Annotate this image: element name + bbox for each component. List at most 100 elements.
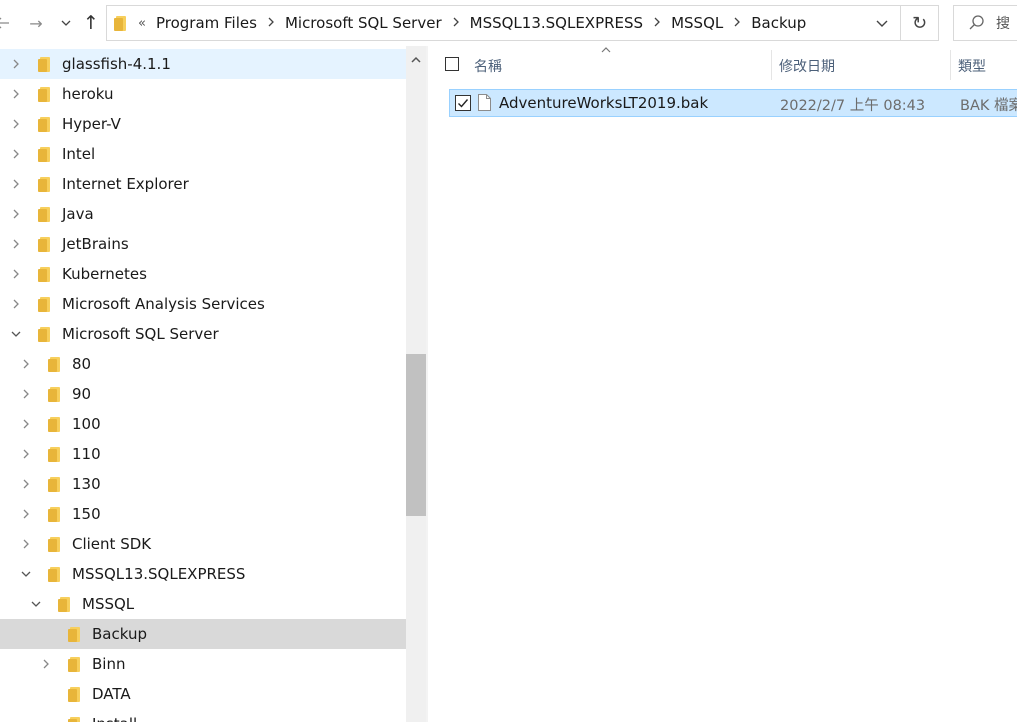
- tree-item[interactable]: 150: [0, 499, 406, 529]
- scrollbar-thumb[interactable]: [406, 354, 426, 516]
- chevron-right-icon[interactable]: [20, 358, 32, 370]
- breadcrumb-separator-icon[interactable]: [267, 16, 275, 31]
- refresh-button[interactable]: ↻: [901, 5, 939, 41]
- tree-item[interactable]: Hyper-V: [0, 109, 406, 139]
- tree-item-label: Java: [62, 205, 94, 223]
- chevron-right-icon[interactable]: [10, 208, 22, 220]
- up-arrow-icon: ↑: [83, 12, 99, 34]
- breadcrumb-item[interactable]: MSSQL: [671, 14, 723, 32]
- tree-item[interactable]: Backup: [0, 619, 406, 649]
- tree-item-label: Microsoft SQL Server: [62, 325, 219, 343]
- chevron-right-icon[interactable]: [40, 658, 52, 670]
- tree-item[interactable]: Java: [0, 199, 406, 229]
- chevron-right-icon[interactable]: [20, 538, 32, 550]
- forward-button[interactable]: →: [26, 10, 46, 36]
- tree-item[interactable]: glassfish-4.1.1: [0, 49, 406, 79]
- tree-item-label: heroku: [62, 85, 114, 103]
- breadcrumb-item[interactable]: Program Files: [156, 14, 257, 32]
- tree-item[interactable]: JetBrains: [0, 229, 406, 259]
- tree-item-label: Install: [92, 715, 137, 722]
- tree-item[interactable]: 100: [0, 409, 406, 439]
- column-name[interactable]: 名稱: [474, 56, 502, 76]
- breadcrumb-item[interactable]: Backup: [751, 14, 806, 32]
- tree-item[interactable]: Kubernetes: [0, 259, 406, 289]
- tree-item[interactable]: 90: [0, 379, 406, 409]
- scroll-up-arrow-icon[interactable]: [410, 54, 422, 66]
- back-arrow-icon: [0, 17, 9, 29]
- chevron-right-icon[interactable]: [10, 238, 22, 250]
- tree-item-label: 110: [72, 445, 101, 463]
- tree-item[interactable]: MSSQL: [0, 589, 406, 619]
- address-dropdown-button[interactable]: [874, 15, 890, 31]
- tree-item[interactable]: DATA: [0, 679, 406, 709]
- tree-item[interactable]: heroku: [0, 79, 406, 109]
- column-separator[interactable]: [771, 50, 772, 80]
- search-box[interactable]: 搜: [953, 5, 1017, 41]
- tree-item[interactable]: Intel: [0, 139, 406, 169]
- tree-item[interactable]: 110: [0, 439, 406, 469]
- tree-item[interactable]: Internet Explorer: [0, 169, 406, 199]
- tree-item[interactable]: Microsoft Analysis Services: [0, 289, 406, 319]
- tree-item[interactable]: Microsoft SQL Server: [0, 319, 406, 349]
- chevron-down-icon[interactable]: [30, 598, 42, 610]
- folder-icon: [38, 206, 50, 222]
- tree-item-label: JetBrains: [62, 235, 129, 253]
- navigation-tree: glassfish-4.1.1 heroku Hyper-V Intel Interne…: [0, 49, 406, 722]
- tree-item[interactable]: Binn: [0, 649, 406, 679]
- recent-locations-button[interactable]: [56, 10, 76, 36]
- column-date-modified[interactable]: 修改日期: [779, 56, 835, 76]
- chevron-right-icon[interactable]: [10, 298, 22, 310]
- tree-item[interactable]: Install: [0, 709, 406, 722]
- back-button[interactable]: [0, 10, 12, 36]
- chevron-right-icon[interactable]: [20, 418, 32, 430]
- column-separator[interactable]: [950, 50, 951, 80]
- folder-icon: [68, 656, 80, 672]
- tree-item-label: Kubernetes: [62, 265, 147, 283]
- breadcrumb-item[interactable]: MSSQL13.SQLEXPRESS: [470, 14, 643, 32]
- chevron-right-icon[interactable]: [10, 148, 22, 160]
- breadcrumb-separator-icon[interactable]: [733, 16, 741, 31]
- chevron-right-icon[interactable]: [10, 178, 22, 190]
- tree-scrollbar[interactable]: [406, 46, 426, 722]
- checkmark-icon: [458, 99, 469, 108]
- tree-item[interactable]: Client SDK: [0, 529, 406, 559]
- folder-icon: [38, 296, 50, 312]
- chevron-right-icon[interactable]: [20, 448, 32, 460]
- tree-item[interactable]: 80: [0, 349, 406, 379]
- select-all-checkbox[interactable]: [445, 57, 459, 71]
- file-checkbox[interactable]: [455, 95, 471, 111]
- tree-item-label: 130: [72, 475, 101, 493]
- column-type[interactable]: 類型: [958, 56, 986, 76]
- chevron-down-icon[interactable]: [20, 568, 32, 580]
- breadcrumb-separator-icon[interactable]: [653, 16, 661, 31]
- tree-item[interactable]: MSSQL13.SQLEXPRESS: [0, 559, 406, 589]
- chevron-down-icon: [61, 20, 71, 26]
- tree-item-label: Binn: [92, 655, 126, 673]
- chevron-right-icon[interactable]: [10, 88, 22, 100]
- file-type: BAK 檔案: [960, 98, 1017, 114]
- refresh-icon: ↻: [911, 12, 928, 34]
- breadcrumb-overflow[interactable]: «: [138, 16, 146, 31]
- folder-icon: [48, 446, 60, 462]
- navigation-toolbar: → ↑ « Program Files Microsoft SQL Server M…: [0, 0, 1017, 46]
- up-button[interactable]: ↑: [81, 10, 101, 36]
- folder-icon: [68, 686, 80, 702]
- search-placeholder: 搜: [996, 16, 1010, 32]
- chevron-right-icon[interactable]: [20, 508, 32, 520]
- tree-item[interactable]: 130: [0, 469, 406, 499]
- chevron-right-icon[interactable]: [20, 388, 32, 400]
- chevron-down-icon[interactable]: [10, 328, 22, 340]
- chevron-right-icon[interactable]: [20, 478, 32, 490]
- chevron-right-icon[interactable]: [10, 118, 22, 130]
- column-header: 名稱 修改日期 類型: [428, 46, 1017, 82]
- tree-item-label: glassfish-4.1.1: [62, 55, 171, 73]
- breadcrumb-separator-icon[interactable]: [452, 16, 460, 31]
- breadcrumb-item[interactable]: Microsoft SQL Server: [285, 14, 442, 32]
- tree-item-label: 100: [72, 415, 101, 433]
- address-bar[interactable]: « Program Files Microsoft SQL Server MSSQL…: [106, 5, 901, 41]
- tree-item-label: 80: [72, 355, 92, 373]
- file-list: 名稱 修改日期 類型 AdventureWorksLT2019.bak 2022…: [428, 46, 1017, 722]
- chevron-right-icon[interactable]: [10, 58, 22, 70]
- file-row[interactable]: AdventureWorksLT2019.bak 2022/2/7 上午 08:…: [449, 89, 1017, 117]
- chevron-right-icon[interactable]: [10, 268, 22, 280]
